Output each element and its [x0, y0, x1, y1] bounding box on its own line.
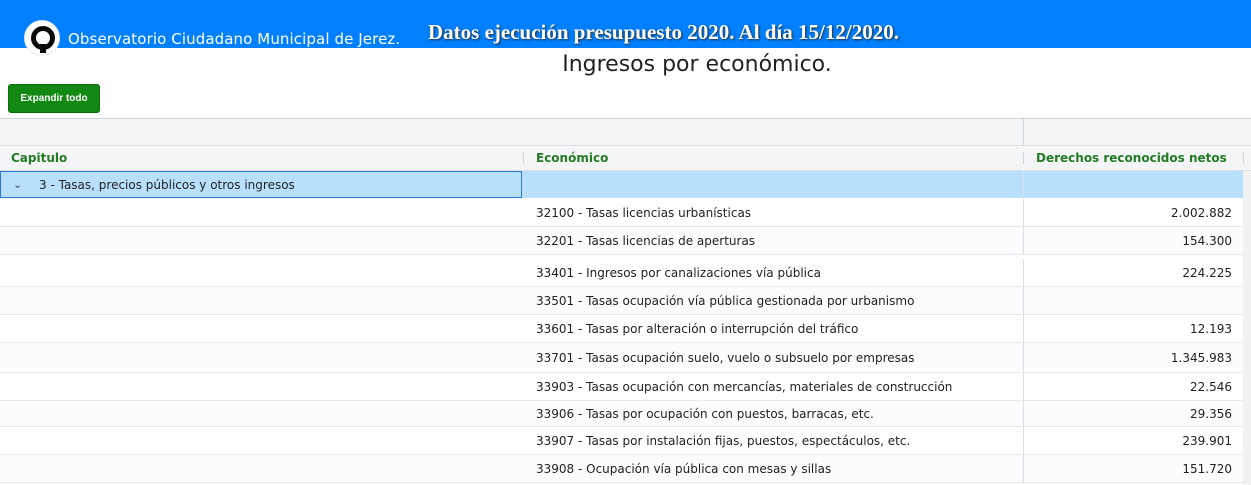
- economico-cell: 33906 - Tasas por ocupación con puestos,…: [536, 407, 874, 421]
- data-grid: Capitulo Económico Derechos reconocidos …: [0, 118, 1251, 485]
- group-row-capitulo-3[interactable]: ⌄ 3 - Tasas, precios públicos y otros in…: [0, 171, 1243, 198]
- economico-cell: 33501 - Tasas ocupación vía pública gest…: [536, 294, 915, 308]
- derechos-cell: 29.356: [1190, 407, 1232, 421]
- column-header-economico[interactable]: Económico: [536, 146, 608, 170]
- page-headline: Datos ejecución presupuesto 2020. Al día…: [428, 20, 899, 44]
- table-row[interactable]: 33401 - Ingresos por canalizaciones vía …: [0, 259, 1243, 287]
- derechos-cell: 224.225: [1182, 266, 1232, 280]
- economico-cell: 33908 - Ocupación vía pública con mesas …: [536, 462, 832, 476]
- chevron-down-icon[interactable]: ⌄: [13, 178, 22, 191]
- vertical-scrollbar[interactable]: [1243, 171, 1251, 485]
- table-row[interactable]: 33907 - Tasas por instalación fijas, pue…: [0, 427, 1243, 455]
- derechos-cell: 154.300: [1182, 234, 1232, 248]
- table-row[interactable]: 33701 - Tasas ocupación suelo, vuelo o s…: [0, 343, 1243, 373]
- derechos-cell: 1.345.983: [1170, 351, 1232, 365]
- grid-header-row: Capitulo Económico Derechos reconocidos …: [0, 146, 1251, 171]
- economico-cell: 32100 - Tasas licencias urbanísticas: [536, 206, 752, 220]
- table-row[interactable]: 33501 - Tasas ocupación vía pública gest…: [0, 287, 1243, 315]
- economico-cell: 33401 - Ingresos por canalizaciones vía …: [536, 266, 821, 280]
- economico-cell: 32201 - Tasas licencias de aperturas: [536, 234, 756, 248]
- economico-cell: 33907 - Tasas por instalación fijas, pue…: [536, 434, 911, 448]
- derechos-cell: 151.720: [1182, 462, 1232, 476]
- economico-cell: 33601 - Tasas por alteración o interrupc…: [536, 322, 859, 336]
- top-banner: Observatorio Ciudadano Municipal de Jere…: [0, 0, 1251, 56]
- table-row[interactable]: 33906 - Tasas por ocupación con puestos,…: [0, 401, 1243, 427]
- derechos-cell: 12.193: [1190, 322, 1232, 336]
- derechos-cell: 2.002.882: [1170, 206, 1232, 220]
- table-row[interactable]: 33903 - Tasas ocupación con mercancías, …: [0, 373, 1243, 401]
- group-cell[interactable]: ⌄ 3 - Tasas, precios públicos y otros in…: [0, 171, 522, 198]
- economico-cell: 33701 - Tasas ocupación suelo, vuelo o s…: [536, 351, 915, 365]
- table-row[interactable]: 33908 - Ocupación vía pública con mesas …: [0, 455, 1243, 483]
- column-header-derechos[interactable]: Derechos reconocidos netos: [1036, 146, 1227, 170]
- table-row[interactable]: 33601 - Tasas por alteración o interrupc…: [0, 315, 1243, 343]
- eye-logo-icon: [24, 20, 60, 56]
- expand-all-button[interactable]: Expandir todo: [8, 84, 100, 113]
- column-header-capitulo[interactable]: Capitulo: [11, 146, 67, 170]
- site-name: Observatorio Ciudadano Municipal de Jere…: [68, 30, 401, 48]
- group-label: 3 - Tasas, precios públicos y otros ingr…: [39, 178, 295, 192]
- grid-group-header: [0, 119, 1251, 146]
- table-row[interactable]: 32201 - Tasas licencias de aperturas 154.…: [0, 227, 1243, 255]
- page-title: Ingresos por económico.: [562, 52, 832, 77]
- derechos-cell: 22.546: [1190, 380, 1232, 394]
- table-row[interactable]: 32100 - Tasas licencias urbanísticas 2.00…: [0, 199, 1243, 227]
- economico-cell: 33903 - Tasas ocupación con mercancías, …: [536, 380, 953, 394]
- derechos-cell: 239.901: [1182, 434, 1232, 448]
